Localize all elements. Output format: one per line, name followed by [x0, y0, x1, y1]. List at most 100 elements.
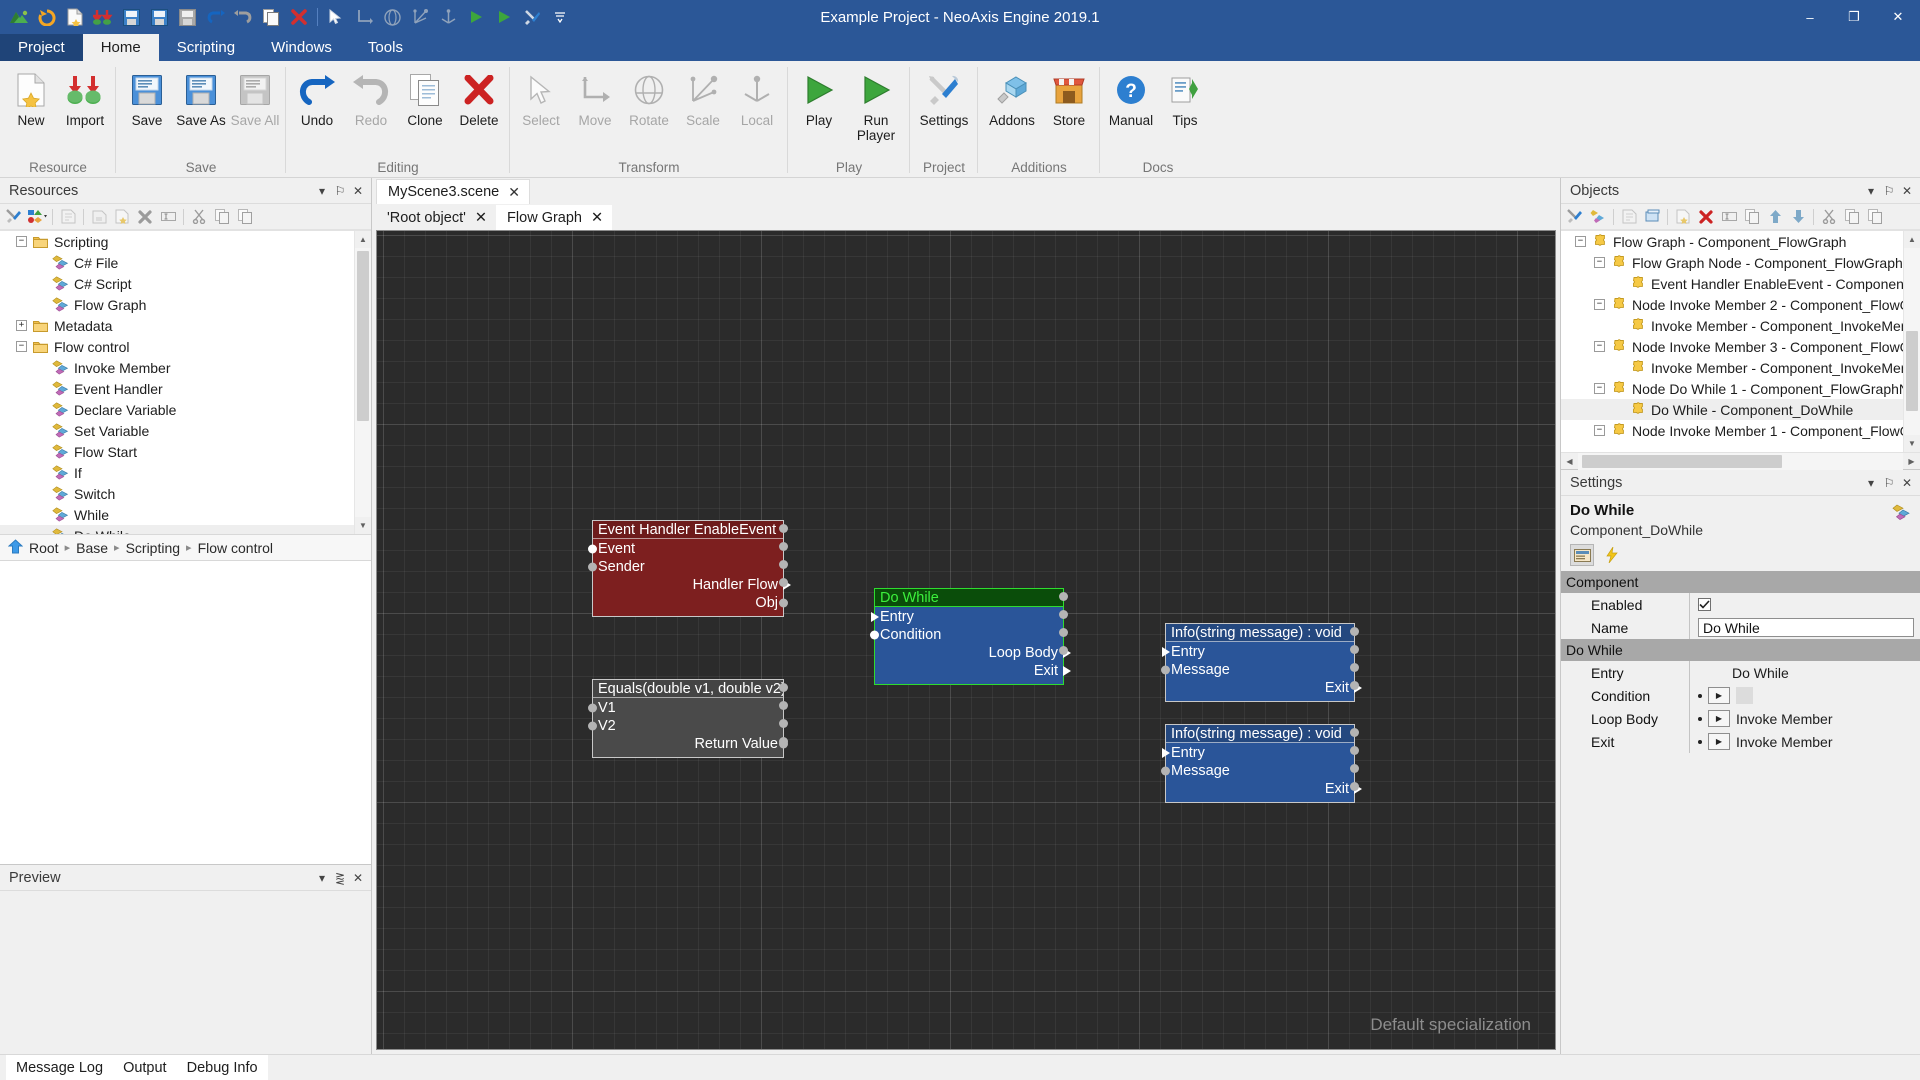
rename-icon[interactable]	[1718, 206, 1740, 228]
resource-tree-item[interactable]: + Metadata	[0, 315, 371, 336]
port-connector-out[interactable]	[779, 598, 788, 608]
settings-button[interactable]: Settings	[914, 66, 974, 138]
undo-icon[interactable]	[202, 4, 228, 30]
local-icon[interactable]	[435, 4, 461, 30]
port-connector-side[interactable]	[779, 560, 788, 569]
scrollbar-thumb[interactable]	[1906, 331, 1918, 411]
scale-icon[interactable]	[407, 4, 433, 30]
delete-icon[interactable]	[286, 4, 312, 30]
events-lightning-icon[interactable]	[1600, 544, 1624, 566]
port-connector-side[interactable]	[1350, 681, 1359, 690]
manual-button[interactable]: ? Manual	[1104, 66, 1158, 138]
save-as-icon[interactable]	[146, 4, 172, 30]
resource-tree-item[interactable]: Declare Variable	[0, 399, 371, 420]
play-button[interactable]: Play	[792, 66, 846, 138]
enabled-checkbox[interactable]	[1698, 598, 1711, 611]
resource-tree-item[interactable]: Do While	[0, 525, 371, 534]
port-connector-side[interactable]	[1059, 610, 1068, 619]
expander-collapse-icon[interactable]: −	[1594, 341, 1605, 352]
scroll-up-icon[interactable]: ▲	[355, 231, 371, 248]
port-connector-out[interactable]	[1063, 666, 1071, 676]
objects-horizontal-scrollbar[interactable]: ◀ ▶	[1561, 452, 1920, 470]
port-connector-side[interactable]	[1059, 646, 1068, 655]
expander-collapse-icon[interactable]: −	[1594, 383, 1605, 394]
save-icon[interactable]	[118, 4, 144, 30]
addons-button[interactable]: Addons	[982, 66, 1042, 138]
sub-tab-flow-graph[interactable]: Flow Graph ✕	[496, 205, 613, 230]
new-object-dropdown-icon[interactable]	[26, 206, 48, 228]
tools-wrench-icon[interactable]	[1564, 206, 1586, 228]
port-connector-side[interactable]	[779, 683, 788, 692]
save-button[interactable]: Save	[120, 66, 174, 138]
expander-expand-icon[interactable]: +	[16, 320, 27, 331]
port-connector-side[interactable]	[779, 524, 788, 533]
delete-red-x-icon[interactable]	[134, 206, 156, 228]
graph-node-info-2[interactable]: Info(string message) : void Entry Message E…	[1161, 724, 1362, 803]
tools-wrench-icon[interactable]	[3, 206, 25, 228]
port-connector-in[interactable]	[588, 721, 597, 731]
resource-tree-item[interactable]: C# File	[0, 252, 371, 273]
ribbon-tab-scripting[interactable]: Scripting	[159, 34, 253, 61]
collapse-chevron-icon[interactable]: ▾	[313, 181, 331, 201]
ribbon-tab-home[interactable]: Home	[82, 34, 159, 61]
customize-icon[interactable]	[547, 4, 573, 30]
name-input[interactable]: Do While	[1698, 618, 1914, 637]
undo-button[interactable]: Undo	[290, 66, 344, 138]
status-tab-output[interactable]: Output	[113, 1054, 177, 1080]
resource-tree-item[interactable]: C# Script	[0, 273, 371, 294]
scrollbar-thumb[interactable]	[357, 251, 369, 421]
resource-tree-item[interactable]: Invoke Member	[0, 357, 371, 378]
rename-icon[interactable]	[157, 206, 179, 228]
import-button[interactable]: Import	[58, 66, 112, 138]
scroll-left-icon[interactable]: ◀	[1561, 453, 1578, 470]
paste-icon[interactable]	[234, 206, 256, 228]
expander-collapse-icon[interactable]: −	[1575, 236, 1586, 247]
scroll-up-icon[interactable]: ▲	[1904, 231, 1920, 248]
scroll-down-icon[interactable]: ▼	[1904, 435, 1920, 452]
resource-tree-item[interactable]: − Scripting	[0, 231, 371, 252]
port-connector-in[interactable]	[871, 612, 879, 622]
objects-tree[interactable]: − Flow Graph - Component_FlowGraph − Flow G…	[1561, 230, 1920, 452]
neoaxis-logo-icon[interactable]	[6, 4, 32, 30]
resource-tree-item[interactable]: Flow Graph	[0, 294, 371, 315]
redo-icon[interactable]	[230, 4, 256, 30]
run-player-icon[interactable]	[491, 4, 517, 30]
maximize-button[interactable]: ❐	[1832, 0, 1876, 34]
port-connector-side[interactable]	[1059, 592, 1068, 601]
resource-tree-item[interactable]: Set Variable	[0, 420, 371, 441]
close-icon[interactable]: ✕	[508, 184, 520, 201]
cut-icon[interactable]	[188, 206, 210, 228]
object-tree-item[interactable]: Do While - Component_DoWhile	[1561, 399, 1920, 420]
port-connector-side[interactable]	[1350, 627, 1359, 636]
tips-button[interactable]: Tips	[1158, 66, 1212, 138]
breadcrumb-item-flow-control[interactable]: Flow control	[198, 540, 273, 556]
scrollbar-thumb[interactable]	[1582, 454, 1782, 468]
new-button[interactable]: New	[4, 66, 58, 138]
store-button[interactable]: Store	[1042, 66, 1096, 138]
object-tree-item[interactable]: Invoke Member - Component_InvokeMem	[1561, 315, 1920, 336]
status-tab-message-log[interactable]: Message Log	[6, 1054, 114, 1080]
resource-tree-item[interactable]: Flow Start	[0, 441, 371, 462]
move-down-icon[interactable]	[1787, 206, 1809, 228]
flow-graph-canvas[interactable]: Event Handler EnableEvent Event Sender Hand…	[377, 231, 1555, 1049]
expander-collapse-icon[interactable]: −	[1594, 257, 1605, 268]
close-icon[interactable]: ✕	[591, 210, 603, 226]
new-folder-icon[interactable]	[88, 206, 110, 228]
scrollbar-track[interactable]	[1578, 452, 1903, 470]
port-connector-in[interactable]	[870, 630, 879, 640]
object-tree-item[interactable]: Invoke Member - Component_InvokeMem	[1561, 357, 1920, 378]
run-player-button[interactable]: Run Player	[846, 66, 906, 143]
port-connector-side[interactable]	[779, 542, 788, 551]
collapse-chevron-icon[interactable]: ▾	[1862, 181, 1880, 201]
play-icon[interactable]	[463, 4, 489, 30]
new-component-icon[interactable]	[1672, 206, 1694, 228]
objects-tree-scrollbar[interactable]: ▲ ▼	[1903, 231, 1920, 452]
save-all-icon[interactable]	[174, 4, 200, 30]
port-connector-side[interactable]	[779, 701, 788, 710]
expander-collapse-icon[interactable]: −	[16, 341, 27, 352]
move-icon[interactable]	[351, 4, 377, 30]
ribbon-tab-project[interactable]: Project	[0, 34, 83, 61]
pin-icon[interactable]: ⚐	[331, 181, 349, 201]
port-connector-side[interactable]	[1350, 764, 1359, 773]
edit-icon[interactable]	[57, 206, 79, 228]
